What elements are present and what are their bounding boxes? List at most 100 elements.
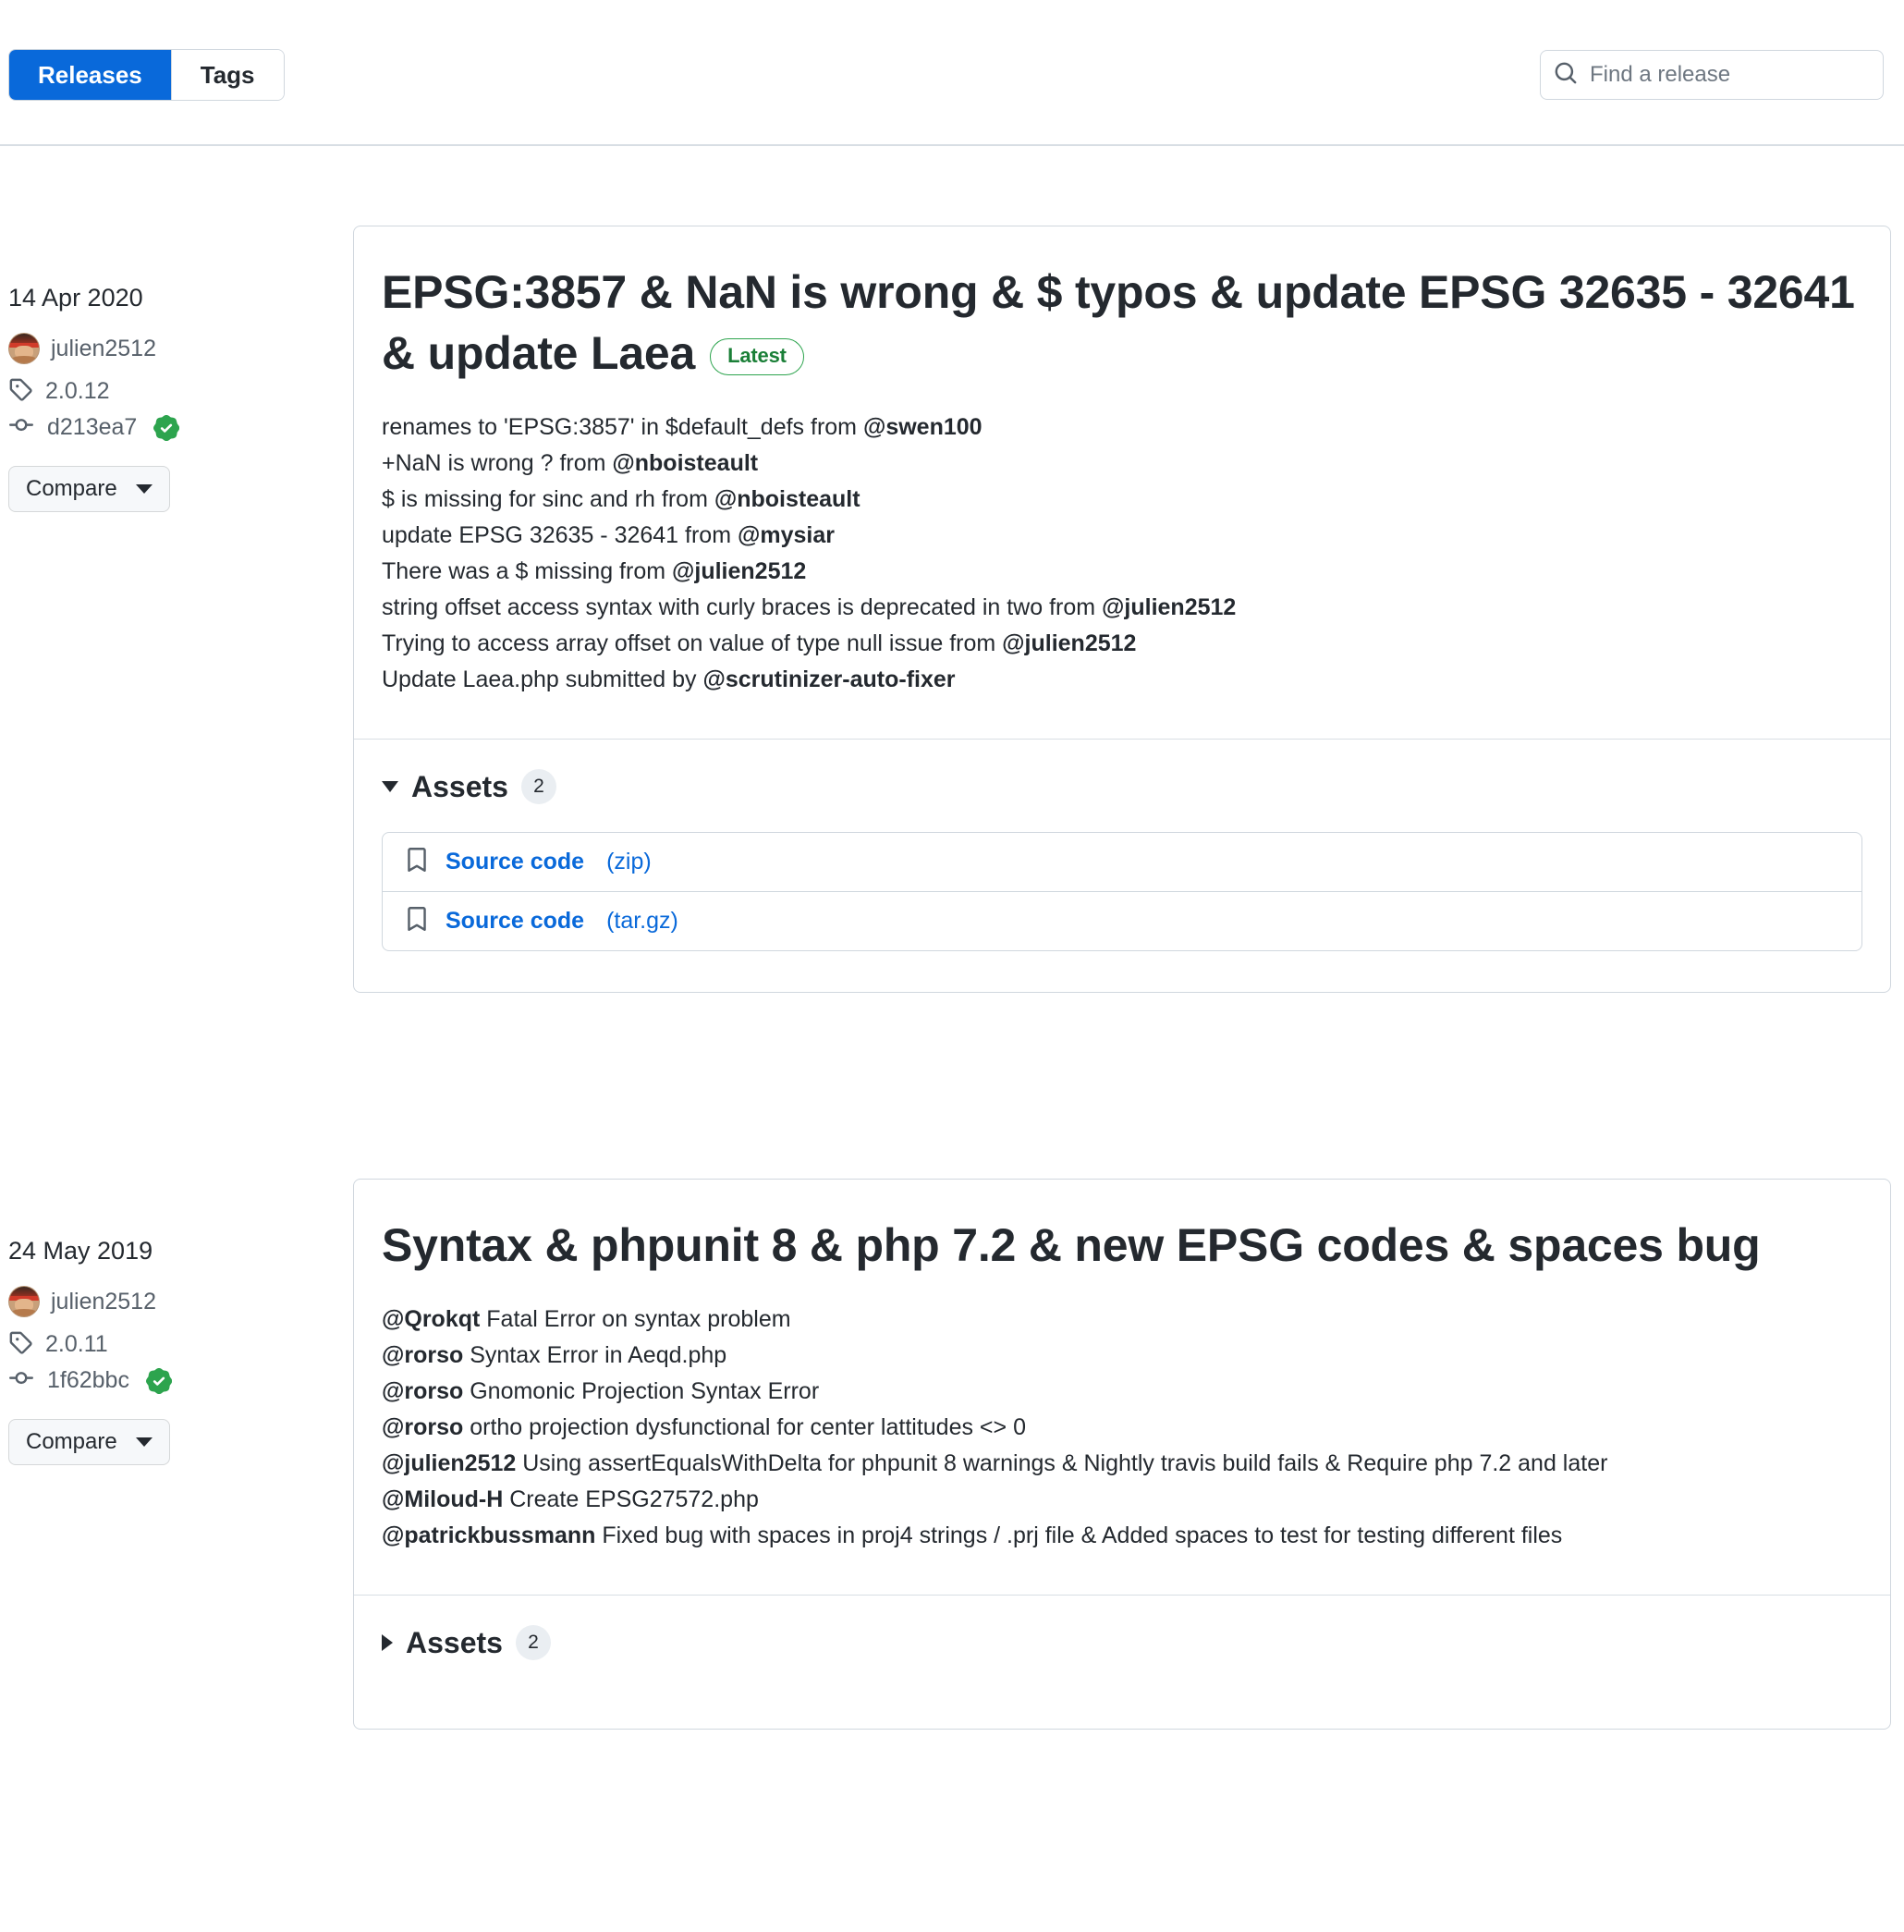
file-zip-icon bbox=[405, 905, 429, 937]
user-mention[interactable]: @rorso bbox=[382, 1378, 463, 1404]
release-author[interactable]: julien2512 bbox=[8, 1286, 332, 1318]
assets-toggle[interactable]: Assets 2 bbox=[382, 1625, 1862, 1660]
note-text: There was a $ missing from bbox=[382, 558, 672, 584]
asset-name[interactable]: Source code bbox=[445, 908, 584, 935]
release-title-text: EPSG:3857 & NaN is wrong & $ typos & upd… bbox=[382, 266, 1855, 379]
release-note-line: Update Laea.php submitted by @scrutinize… bbox=[382, 662, 1862, 698]
release-notes: renames to 'EPSG:3857' in $default_defs … bbox=[382, 410, 1862, 739]
release-note-line: @rorso Gnomonic Projection Syntax Error bbox=[382, 1374, 1862, 1410]
release-card: EPSG:3857 & NaN is wrong & $ typos & upd… bbox=[353, 226, 1891, 993]
release-note-line: @Qrokqt Fatal Error on syntax problem bbox=[382, 1302, 1862, 1338]
author-name: julien2512 bbox=[51, 335, 156, 361]
asset-row[interactable]: Source code (zip) bbox=[383, 833, 1861, 892]
user-mention[interactable]: @julien2512 bbox=[382, 1450, 516, 1476]
release-note-line: string offset access syntax with curly b… bbox=[382, 590, 1862, 626]
asset-extension: (tar.gz) bbox=[606, 908, 678, 934]
note-text: Fatal Error on syntax problem bbox=[480, 1306, 791, 1332]
search-release-box[interactable] bbox=[1540, 50, 1884, 100]
release-note-line: Trying to access array offset on value o… bbox=[382, 626, 1862, 662]
releases-page: Releases Tags 14 Apr 2020 julien2512 bbox=[0, 0, 1904, 1932]
user-mention[interactable]: @julien2512 bbox=[672, 558, 806, 584]
assets-section: Assets 2 bbox=[354, 1596, 1890, 1729]
search-icon bbox=[1554, 61, 1588, 90]
user-mention[interactable]: @nboisteault bbox=[714, 486, 860, 512]
tag-name: 2.0.11 bbox=[45, 1331, 108, 1358]
release-note-line: @patrickbussmann Fixed bug with spaces i… bbox=[382, 1518, 1862, 1554]
release-note-line: There was a $ missing from @julien2512 bbox=[382, 554, 1862, 590]
release-card: Syntax & phpunit 8 & php 7.2 & new EPSG … bbox=[353, 1179, 1891, 1730]
user-mention[interactable]: @rorso bbox=[382, 1342, 463, 1368]
user-mention[interactable]: @nboisteault bbox=[612, 450, 758, 476]
user-mention[interactable]: @scrutinizer-auto-fixer bbox=[702, 666, 955, 692]
asset-name[interactable]: Source code bbox=[445, 849, 584, 875]
triangle-right-icon bbox=[382, 1634, 393, 1651]
commit-sha: d213ea7 bbox=[47, 414, 138, 441]
assets-label: Assets bbox=[406, 1625, 503, 1659]
release-note-line: $ is missing for sinc and rh from @nbois… bbox=[382, 482, 1862, 518]
note-text: +NaN is wrong ? from bbox=[382, 450, 613, 476]
user-mention[interactable]: @julien2512 bbox=[1002, 630, 1136, 656]
assets-count: 2 bbox=[515, 1625, 551, 1660]
release-card-body: EPSG:3857 & NaN is wrong & $ typos & upd… bbox=[354, 226, 1890, 739]
user-mention[interactable]: @patrickbussmann bbox=[382, 1522, 595, 1548]
chevron-down-icon bbox=[135, 484, 153, 495]
avatar bbox=[8, 333, 40, 365]
note-text: ortho projection dysfunctional for cente… bbox=[463, 1414, 1026, 1440]
note-text: Update Laea.php submitted by bbox=[382, 666, 703, 692]
user-mention[interactable]: @swen100 bbox=[863, 414, 983, 440]
compare-label: Compare bbox=[26, 476, 117, 502]
release-author[interactable]: julien2512 bbox=[8, 333, 332, 365]
release-note-line: update EPSG 32635 - 32641 from @mysiar bbox=[382, 518, 1862, 554]
release-date: 24 May 2019 bbox=[8, 1237, 153, 1265]
assets-section: Assets 2 Source code (zip) Source code (tar… bbox=[354, 740, 1890, 992]
compare-button[interactable]: Compare bbox=[8, 1419, 170, 1466]
note-text: Syntax Error in Aeqd.php bbox=[463, 1342, 727, 1368]
compare-label: Compare bbox=[26, 1429, 117, 1455]
latest-badge: Latest bbox=[710, 337, 804, 376]
asset-row[interactable]: Source code (tar.gz) bbox=[383, 892, 1861, 950]
release-commit-line[interactable]: d213ea7 bbox=[8, 413, 332, 442]
release-note-line: renames to 'EPSG:3857' in $default_defs … bbox=[382, 410, 1862, 446]
release-note-line: @rorso ortho projection dysfunctional fo… bbox=[382, 1410, 1862, 1446]
release-tag-line[interactable]: 2.0.11 bbox=[8, 1330, 332, 1359]
note-text: Gnomonic Projection Syntax Error bbox=[463, 1378, 820, 1404]
release-title[interactable]: EPSG:3857 & NaN is wrong & $ typos & upd… bbox=[382, 262, 1862, 384]
commit-sha: 1f62bbc bbox=[47, 1367, 129, 1394]
avatar bbox=[8, 1286, 40, 1318]
verified-icon bbox=[146, 1367, 172, 1394]
user-mention[interactable]: @Qrokqt bbox=[382, 1306, 480, 1332]
compare-button[interactable]: Compare bbox=[8, 466, 170, 513]
releases-tags-toggle: Releases Tags bbox=[8, 49, 285, 101]
note-text: Fixed bug with spaces in proj4 strings /… bbox=[595, 1522, 1563, 1548]
assets-label: Assets bbox=[411, 769, 508, 803]
release-tag-line[interactable]: 2.0.12 bbox=[8, 377, 332, 406]
assets-toggle[interactable]: Assets 2 bbox=[382, 769, 1862, 804]
user-mention[interactable]: @rorso bbox=[382, 1414, 463, 1440]
asset-extension: (zip) bbox=[606, 849, 652, 874]
release-note-line: @Miloud-H Create EPSG27572.php bbox=[382, 1482, 1862, 1518]
release-title[interactable]: Syntax & phpunit 8 & php 7.2 & new EPSG … bbox=[382, 1215, 1862, 1276]
user-mention[interactable]: @mysiar bbox=[738, 522, 835, 548]
tag-icon bbox=[8, 377, 32, 406]
page-header: Releases Tags bbox=[0, 0, 1904, 146]
release-card-body: Syntax & phpunit 8 & php 7.2 & new EPSG … bbox=[354, 1180, 1890, 1595]
release-date: 14 Apr 2020 bbox=[8, 284, 143, 312]
release-title-text: Syntax & phpunit 8 & php 7.2 & new EPSG … bbox=[382, 1219, 1761, 1271]
tab-tags[interactable]: Tags bbox=[171, 50, 284, 100]
note-text: string offset access syntax with curly b… bbox=[382, 594, 1103, 620]
note-text: Using assertEqualsWithDelta for phpunit … bbox=[516, 1450, 1608, 1476]
release-commit-line[interactable]: 1f62bbc bbox=[8, 1366, 332, 1395]
note-text: update EPSG 32635 - 32641 from bbox=[382, 522, 738, 548]
note-text: Trying to access array offset on value o… bbox=[382, 630, 1003, 656]
tab-releases[interactable]: Releases bbox=[9, 50, 172, 100]
release-note-line: @julien2512 Using assertEqualsWithDelta … bbox=[382, 1446, 1862, 1482]
search-input[interactable] bbox=[1588, 61, 1870, 89]
user-mention[interactable]: @Miloud-H bbox=[382, 1486, 503, 1512]
release-meta: 24 May 2019 julien2512 2.0.11 1f62bbc Co… bbox=[8, 1236, 332, 1466]
tag-icon bbox=[8, 1330, 32, 1359]
tag-name: 2.0.12 bbox=[45, 378, 110, 405]
assets-count: 2 bbox=[520, 769, 556, 804]
release-note-line: @rorso Syntax Error in Aeqd.php bbox=[382, 1338, 1862, 1374]
user-mention[interactable]: @julien2512 bbox=[1102, 594, 1236, 620]
author-name: julien2512 bbox=[51, 1288, 156, 1314]
